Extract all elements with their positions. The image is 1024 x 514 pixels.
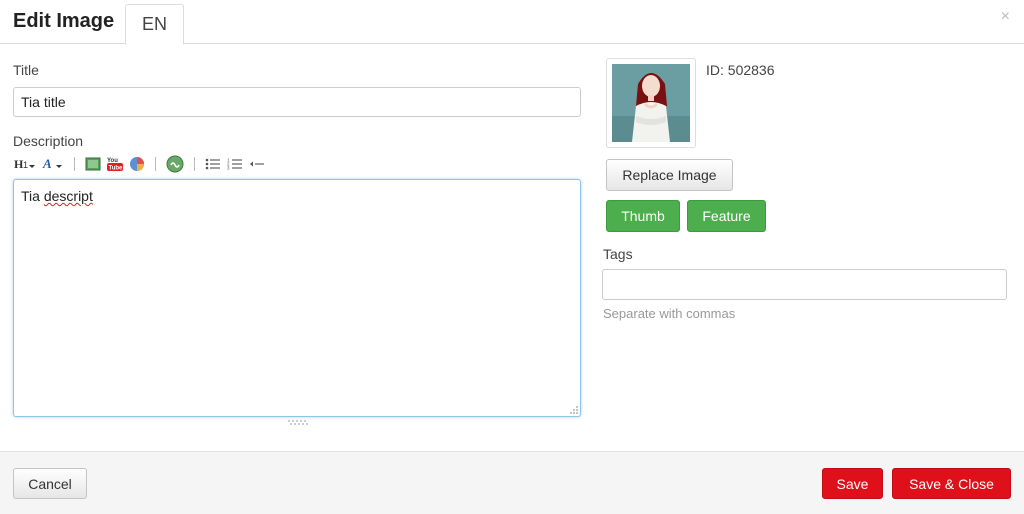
svg-text:A: A xyxy=(42,157,52,171)
editor-drag-handle-icon[interactable] xyxy=(287,419,309,425)
bulleted-list-icon[interactable] xyxy=(205,155,221,173)
close-icon[interactable]: × xyxy=(1001,8,1010,26)
replace-image-button[interactable]: Replace Image xyxy=(606,159,733,191)
svg-text:3: 3 xyxy=(227,166,230,171)
tab-en[interactable]: EN xyxy=(125,4,184,45)
youtube-icon[interactable]: You Tube xyxy=(107,155,123,173)
text-style-icon[interactable]: A xyxy=(42,155,64,173)
svg-text:1: 1 xyxy=(23,160,28,170)
headings-icon[interactable]: H1 xyxy=(14,155,36,173)
tags-hint: Separate with commas xyxy=(603,306,736,321)
title-input[interactable] xyxy=(13,87,581,117)
cancel-button[interactable]: Cancel xyxy=(13,468,87,499)
svg-text:Tube: Tube xyxy=(109,166,124,172)
editor-toolbar: H1 A You Tube 123 xyxy=(14,154,271,174)
title-label: Title xyxy=(13,62,39,78)
save-close-button[interactable]: Save & Close xyxy=(892,468,1011,499)
image-id: ID: 502836 xyxy=(706,62,775,78)
chart-icon[interactable] xyxy=(129,155,145,173)
description-text: Tia xyxy=(21,188,44,204)
tags-input[interactable] xyxy=(602,269,1007,300)
indent-icon[interactable] xyxy=(249,155,265,173)
dialog-title: Edit Image xyxy=(13,10,115,32)
dialog-header: Edit Image EN × xyxy=(0,0,1024,45)
tags-label: Tags xyxy=(603,246,633,262)
resize-grip-icon[interactable] xyxy=(568,404,578,414)
description-editor[interactable]: Tia descript xyxy=(13,179,581,417)
toolbar-divider xyxy=(194,157,195,171)
numbered-list-icon[interactable]: 123 xyxy=(227,155,243,173)
dialog-footer: Cancel Save Save & Close xyxy=(0,451,1024,514)
misspelled-word: descript xyxy=(43,188,93,204)
link-icon[interactable] xyxy=(166,155,184,173)
toolbar-divider xyxy=(155,157,156,171)
image-icon[interactable] xyxy=(85,155,101,173)
save-button[interactable]: Save xyxy=(822,468,883,499)
feature-button[interactable]: Feature xyxy=(687,200,766,232)
doll-photo xyxy=(612,64,690,142)
description-label: Description xyxy=(13,133,84,149)
thumb-button[interactable]: Thumb xyxy=(606,200,680,232)
image-thumbnail xyxy=(606,58,696,148)
toolbar-divider xyxy=(74,157,75,171)
